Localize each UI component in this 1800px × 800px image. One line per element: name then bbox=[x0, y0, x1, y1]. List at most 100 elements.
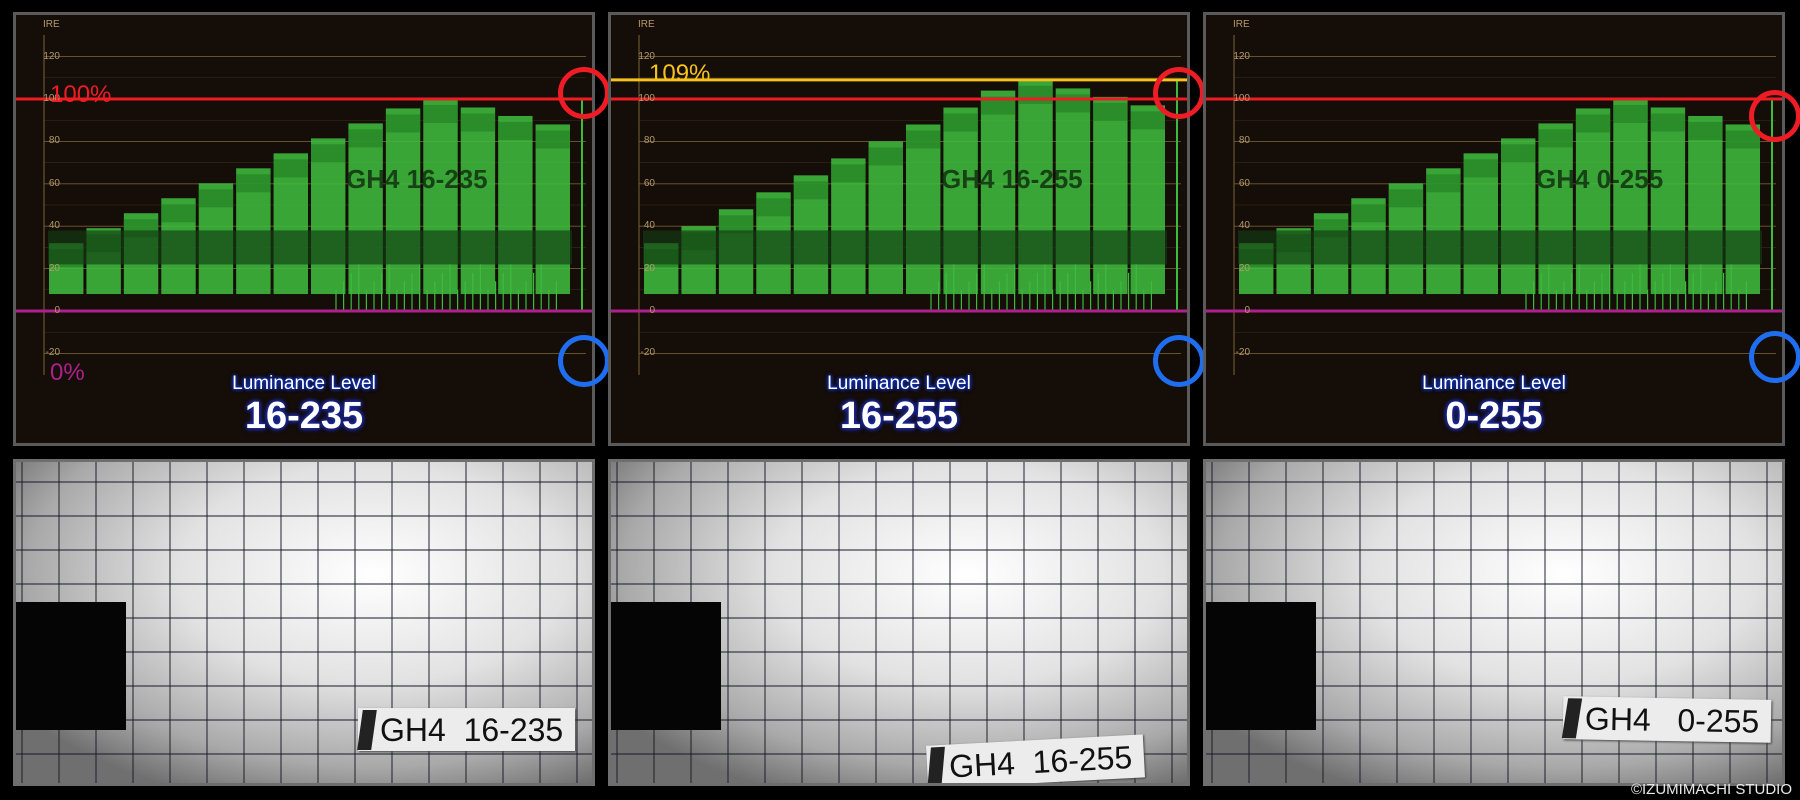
waveform-label-text: GH4 16-235 bbox=[346, 164, 488, 194]
test-chart-photo-3: GH4 0-255 bbox=[1203, 459, 1785, 786]
waveform-band bbox=[236, 174, 271, 193]
waveform-column bbox=[1575, 108, 1611, 295]
waveform-column bbox=[348, 123, 383, 295]
luminance-level-value: 0-255 bbox=[1445, 395, 1543, 437]
peak-highlight-circle bbox=[1153, 67, 1205, 119]
waveform-band bbox=[348, 129, 383, 148]
waveform-band bbox=[1501, 144, 1536, 163]
waveform-trace bbox=[643, 79, 1178, 311]
waveform-band bbox=[460, 113, 496, 132]
waveform-column bbox=[498, 115, 533, 295]
ire-tick-label: -20 bbox=[1235, 347, 1250, 359]
test-chart-photo-1: GH4 16-235 bbox=[13, 459, 595, 786]
waveform-band bbox=[793, 181, 829, 200]
waveform-band bbox=[1055, 94, 1091, 113]
ire-tick-label: 40 bbox=[1238, 220, 1250, 232]
ire-axis-title: IRE bbox=[638, 19, 655, 30]
peak-highlight-circle bbox=[1749, 90, 1800, 142]
white-level-marker-label: 100% bbox=[50, 81, 112, 108]
waveform-column bbox=[1538, 123, 1573, 295]
waveform-column bbox=[460, 107, 496, 295]
waveform-scope-3: GH4 0-255 IRE 120 100 80 60 40 20 0 -20 Luminan… bbox=[1203, 12, 1800, 446]
waveform-column bbox=[943, 107, 978, 295]
black-reference-patch bbox=[16, 602, 126, 730]
waveform-band bbox=[1688, 121, 1723, 140]
waveform-band bbox=[943, 113, 978, 132]
waveform-band bbox=[498, 121, 533, 140]
waveform-band bbox=[1613, 105, 1648, 123]
waveform-band bbox=[1018, 85, 1053, 104]
waveform-column bbox=[423, 99, 458, 295]
ire-tick-label: -20 bbox=[45, 347, 60, 359]
ire-tick-label: 80 bbox=[48, 135, 60, 147]
ire-tick-label: 0 bbox=[54, 305, 60, 316]
waveform-band bbox=[311, 144, 346, 163]
luminance-level-value: 16-255 bbox=[839, 395, 959, 437]
ire-tick-label: 0 bbox=[1244, 305, 1250, 316]
waveform-band bbox=[385, 114, 421, 133]
camera-setting-label: GH4 16-235 bbox=[358, 708, 576, 751]
ire-tick-label: 100 bbox=[1233, 93, 1250, 104]
ire-tick-label: 80 bbox=[1238, 135, 1250, 147]
ire-tick-label: 0 bbox=[649, 305, 655, 316]
luminance-level-label: Luminance Level bbox=[827, 373, 971, 394]
waveform-shadow-band bbox=[643, 230, 1167, 265]
waveform-label-text: GH4 16-255 bbox=[941, 164, 1083, 194]
waveform-band bbox=[1650, 113, 1686, 132]
ire-tick-label: 60 bbox=[48, 177, 60, 189]
ire-tick-label: 40 bbox=[48, 220, 60, 232]
waveform-band bbox=[423, 105, 458, 123]
waveform-band bbox=[1426, 174, 1461, 193]
waveform-column bbox=[1650, 107, 1686, 295]
camera-setting-label: GH4 0-255 bbox=[1562, 696, 1772, 743]
luminance-level-value: 16-235 bbox=[244, 395, 364, 437]
over-level-marker-label: 109% bbox=[649, 60, 711, 87]
peak-highlight-circle bbox=[558, 67, 610, 119]
waveform-band bbox=[1093, 102, 1128, 121]
waveform-band bbox=[1538, 129, 1573, 148]
waveform-scope-2: GH4 16-255 IRE 120 100 80 60 40 20 0 -20 109% L… bbox=[608, 12, 1205, 446]
ire-tick-label: 80 bbox=[643, 135, 655, 147]
luminance-level-label: Luminance Level bbox=[1422, 373, 1566, 394]
black-reference-patch bbox=[1206, 602, 1316, 730]
waveform-band bbox=[1351, 204, 1386, 223]
ire-tick-label: -20 bbox=[640, 347, 655, 359]
waveform-band bbox=[198, 189, 234, 208]
waveform-label-text: GH4 0-255 bbox=[1536, 164, 1663, 194]
waveform-scope-1: GH4 16-235 IRE 120 100 80 60 40 20 0 -20 100% 0… bbox=[13, 12, 610, 446]
ire-axis-title: IRE bbox=[1233, 19, 1250, 30]
waveform-band bbox=[868, 147, 903, 166]
ire-tick-label: 100 bbox=[638, 93, 655, 104]
waveform-band bbox=[535, 130, 570, 149]
ire-axis-title: IRE bbox=[43, 19, 60, 30]
ire-tick-label: 20 bbox=[643, 262, 655, 274]
copyright-notice: ©IZUMIMACHI STUDIO bbox=[1630, 781, 1792, 798]
waveform-column bbox=[906, 124, 941, 295]
waveform-shadow-band bbox=[48, 230, 572, 265]
ire-tick-label: 40 bbox=[643, 220, 655, 232]
grid-chart-image bbox=[611, 462, 1187, 783]
luminance-level-label: Luminance Level bbox=[232, 373, 376, 394]
waveform-band bbox=[1388, 189, 1424, 208]
ire-tick-label: 120 bbox=[1233, 50, 1250, 62]
ire-tick-label: 20 bbox=[1238, 262, 1250, 274]
waveform-column bbox=[1093, 96, 1128, 295]
waveform-shadow-band bbox=[1238, 230, 1762, 265]
waveform-column bbox=[385, 108, 421, 295]
waveform-column bbox=[1613, 99, 1648, 295]
ire-tick-label: 20 bbox=[48, 262, 60, 274]
waveform-band bbox=[1463, 159, 1498, 178]
ire-tick-label: 120 bbox=[43, 50, 60, 62]
waveform-column bbox=[1688, 115, 1723, 295]
waveform-band bbox=[1130, 111, 1165, 130]
waveform-band bbox=[831, 164, 866, 183]
waveform-band bbox=[1575, 114, 1611, 133]
test-chart-photo-2: GH4 16-255 bbox=[608, 459, 1190, 786]
ire-tick-label: 60 bbox=[1238, 177, 1250, 189]
black-reference-patch bbox=[611, 602, 721, 730]
waveform-band bbox=[756, 198, 791, 217]
ire-tick-label: 60 bbox=[643, 177, 655, 189]
waveform-band bbox=[161, 204, 196, 223]
waveform-band bbox=[273, 159, 308, 178]
waveform-band bbox=[906, 130, 941, 149]
